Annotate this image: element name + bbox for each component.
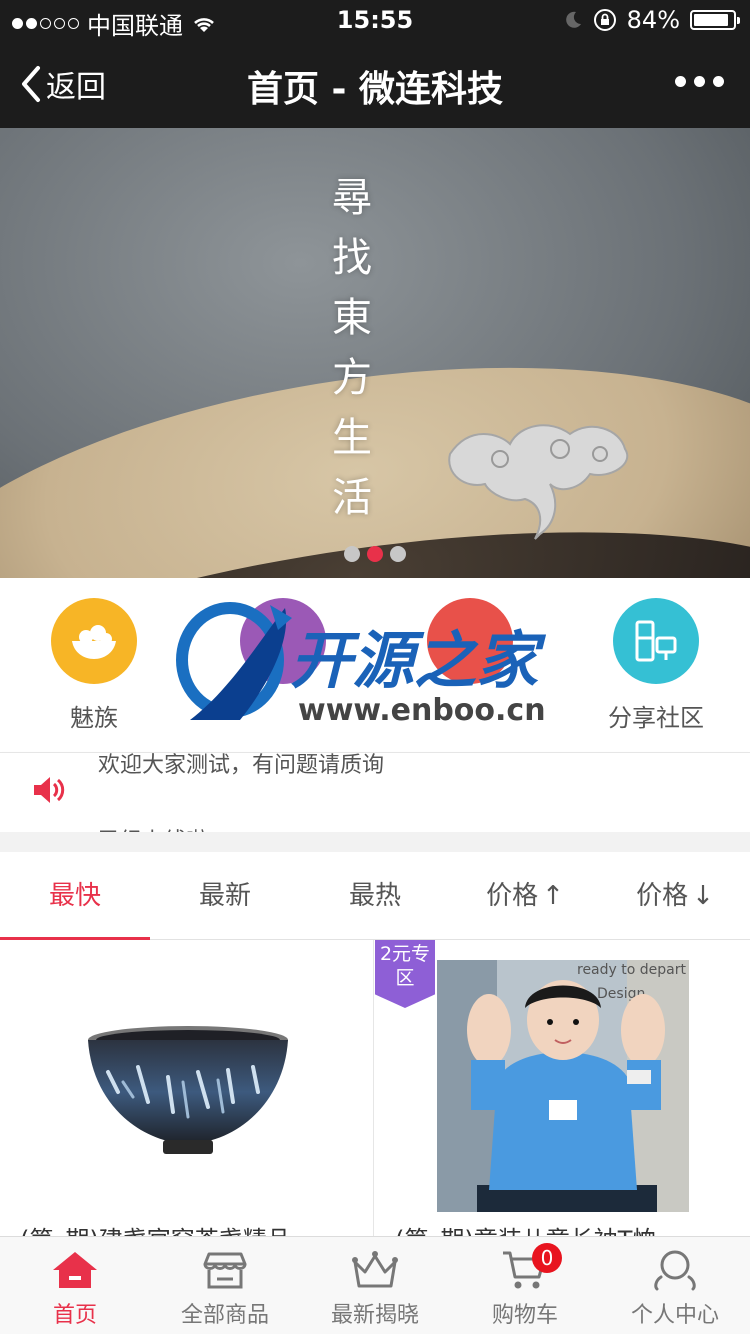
tab-label: 首页: [52, 1303, 97, 1328]
tab-label: 全部商品: [180, 1303, 269, 1328]
silver-ornament-image: [448, 424, 629, 540]
category-label: 魅族: [70, 704, 118, 732]
category-label: 分享社区: [608, 704, 704, 732]
banner-vertical-text: 尋找東方生活: [332, 175, 372, 521]
crown-icon: [300, 1247, 450, 1293]
banner-carousel[interactable]: 尋找東方生活: [0, 128, 750, 578]
page-title: 首页 - 微连科技: [246, 69, 503, 110]
arrow-down-icon: ↓: [692, 881, 714, 911]
nav-bar: 返回 首页 - 微连科技: [0, 40, 750, 128]
product-card[interactable]: ready to depart Design 2元专区 (第_期)童装儿童长袖T…: [375, 940, 750, 1254]
pager-dot-active[interactable]: [367, 546, 383, 562]
product-grid: (第_期)建盏官窑茶盏精品 ready to depart Design: [0, 940, 750, 1254]
tab-price-asc[interactable]: 价格 ↑: [450, 852, 600, 940]
fruit-bowl-icon: [51, 598, 137, 684]
tab-price-desc[interactable]: 价格 ↓: [600, 852, 750, 940]
category-item-community[interactable]: 分享社区: [591, 598, 721, 733]
speaker-icon: [34, 777, 65, 803]
arrow-up-icon: ↑: [542, 881, 564, 911]
battery-icon: [690, 10, 740, 30]
tab-home[interactable]: 首页: [0, 1247, 150, 1329]
promo-badge: 2元专区: [375, 940, 435, 1008]
tab-latest-reveal[interactable]: 最新揭晓: [300, 1247, 450, 1329]
rotation-lock-icon: [593, 9, 616, 31]
svg-text:www.enboo.cn: www.enboo.cn: [298, 693, 546, 728]
section-divider: [0, 832, 750, 852]
svg-text:开源之家: 开源之家: [290, 624, 547, 697]
tab-label: 最新: [198, 881, 251, 911]
sort-tabs: 最快 最新 最热 价格 ↑ 价格 ↓: [0, 852, 750, 941]
tab-hottest[interactable]: 最热: [300, 852, 450, 940]
tab-cart[interactable]: 0 购物车: [450, 1243, 600, 1329]
more-menu-button[interactable]: [675, 76, 724, 87]
bottom-tab-bar: 首页 全部商品 最新揭晓 0 购物车 个人中心: [0, 1236, 750, 1334]
battery-percent: 84%: [626, 6, 680, 34]
tab-fastest[interactable]: 最快: [0, 852, 150, 941]
category-item-meizu[interactable]: 魅族: [29, 598, 159, 733]
cart-icon: [450, 1247, 600, 1293]
product-card[interactable]: (第_期)建盏官窑茶盏精品: [0, 940, 374, 1254]
tab-label: 个人中心: [630, 1303, 719, 1328]
store-icon: [150, 1247, 300, 1293]
status-bar: 中国联通 15:55 84%: [0, 0, 750, 40]
tab-label: 最新揭晓: [330, 1303, 419, 1328]
moon-icon: [565, 11, 581, 28]
notice-text: 欢迎大家测试，有问题请质询: [98, 753, 385, 778]
tab-label: 价格: [636, 881, 689, 911]
notice-text: 已经上线啦: [98, 823, 208, 832]
banner-pager: [0, 546, 750, 562]
tab-label: 价格: [486, 881, 539, 911]
tab-label: 最热: [348, 881, 401, 911]
tab-all-products[interactable]: 全部商品: [150, 1247, 300, 1329]
status-right: 84%: [563, 6, 740, 34]
notice-bar[interactable]: 欢迎大家测试，有问题请质询 已经上线啦: [0, 752, 750, 832]
user-icon: [600, 1247, 750, 1293]
tab-newest[interactable]: 最新: [150, 852, 300, 940]
home-icon: [0, 1247, 150, 1293]
cart-count-badge: 0: [532, 1243, 562, 1273]
kid-tshirt-image: ready to depart Design: [437, 960, 689, 1212]
tea-bowl-image: [88, 1026, 288, 1154]
tab-profile[interactable]: 个人中心: [600, 1247, 750, 1329]
tab-label: 最快: [48, 881, 101, 911]
pager-dot[interactable]: [344, 546, 360, 562]
svg-text:ready to depart: ready to depart: [577, 962, 686, 978]
enboo-watermark-logo: 开源之家 www.enboo.cn: [170, 600, 590, 730]
pager-dot[interactable]: [390, 546, 406, 562]
tab-label: 购物车: [491, 1303, 558, 1328]
appliances-icon: [613, 598, 699, 684]
